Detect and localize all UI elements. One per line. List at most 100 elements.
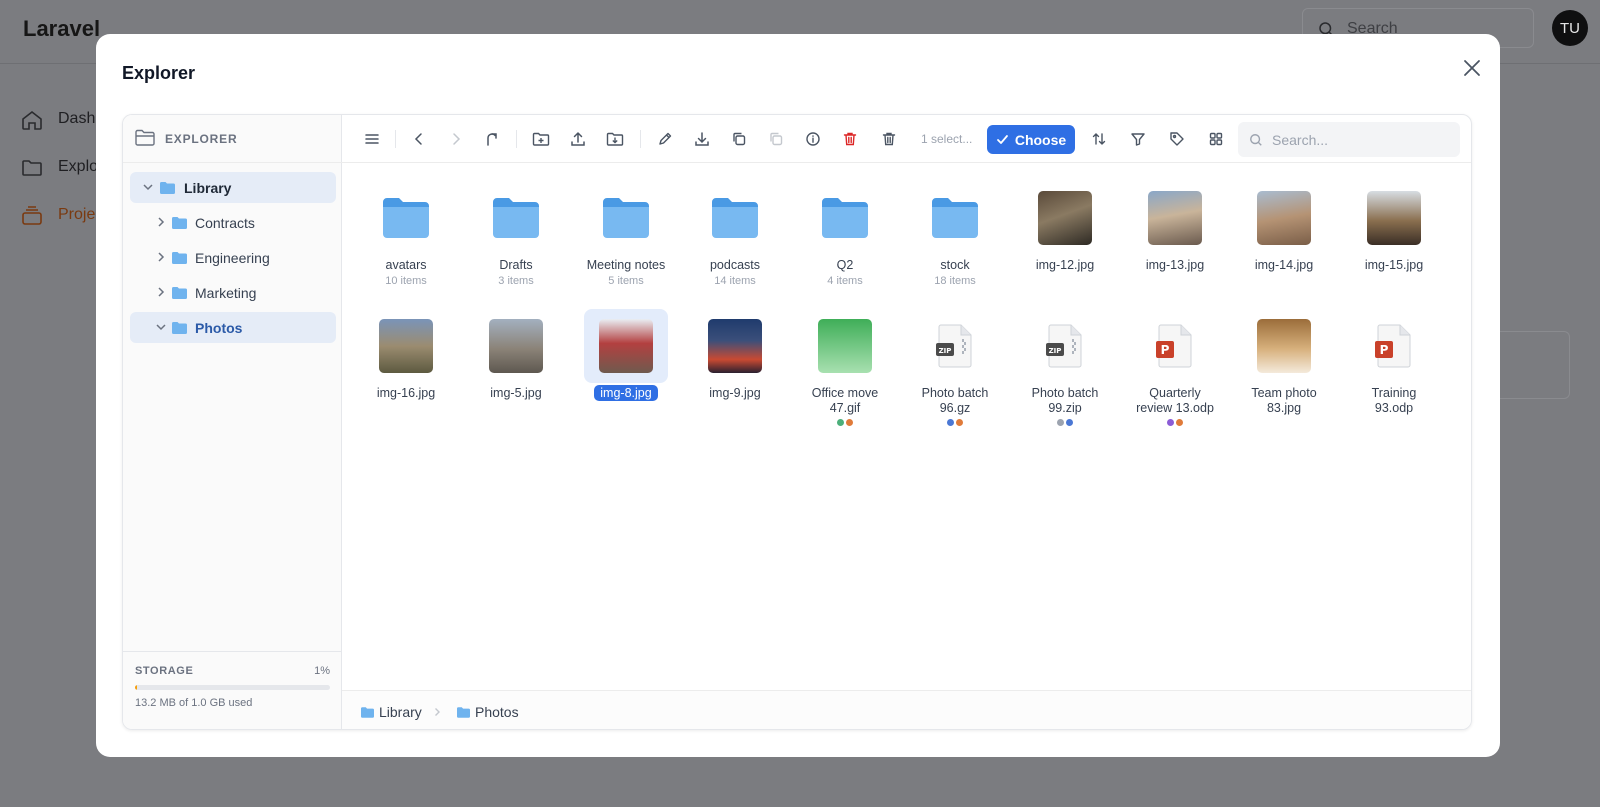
file-item[interactable]: img-13.jpg	[1133, 181, 1217, 273]
file-item[interactable]: Team photo 83.jpg	[1242, 309, 1326, 416]
close-button[interactable]	[1458, 54, 1486, 82]
tree-item-contracts[interactable]: Contracts	[130, 207, 336, 238]
item-count: 18 items	[934, 275, 976, 287]
presentation-file-icon: P	[1375, 324, 1411, 368]
item-count: 10 items	[385, 275, 427, 287]
home-icon	[22, 110, 42, 130]
item-name-line: review 13.odp	[1136, 401, 1214, 415]
tag-dots	[803, 419, 887, 426]
item-count: 14 items	[714, 275, 756, 287]
file-item[interactable]: Office move 47.gif	[803, 309, 887, 426]
info-button[interactable]	[801, 127, 825, 151]
tag-dots	[1023, 419, 1107, 426]
item-name-text: stock	[940, 258, 970, 272]
item-name: img-13.jpg	[1133, 258, 1217, 273]
back-button[interactable]	[407, 127, 431, 151]
zip-file-icon: ZIP	[1046, 324, 1082, 368]
thumbnail	[1257, 319, 1311, 373]
delete-button[interactable]	[838, 127, 862, 151]
file-item[interactable]: img-8.jpg	[584, 309, 668, 401]
folder-item[interactable]: avatars 10 items	[364, 181, 448, 287]
item-name-text: img-12.jpg	[1035, 258, 1095, 272]
empty-trash-button[interactable]	[877, 127, 901, 151]
sort-button[interactable]	[1087, 127, 1111, 151]
tree-item-label: Library	[184, 180, 232, 196]
copy-button[interactable]	[727, 127, 751, 151]
grid-view-button[interactable]	[1204, 127, 1228, 151]
folder-icon	[172, 252, 187, 264]
menu-button[interactable]	[360, 127, 384, 151]
tag-dot	[947, 419, 954, 426]
folder-item[interactable]: Meeting notes 5 items	[584, 181, 668, 287]
nav-label: Explo	[58, 158, 99, 175]
svg-text:P: P	[1380, 343, 1389, 357]
folder-icon	[493, 198, 539, 238]
folder-icon	[383, 198, 429, 238]
folder-item[interactable]: Q2 4 items	[803, 181, 887, 287]
tree-item-label: Marketing	[195, 285, 257, 301]
new-folder-button[interactable]	[529, 127, 553, 151]
search-icon	[1250, 134, 1262, 146]
file-item[interactable]: img-9.jpg	[693, 309, 777, 401]
tree-item-label: Contracts	[195, 215, 255, 231]
svg-text:P: P	[1161, 343, 1170, 357]
explorer-search[interactable]	[1238, 122, 1460, 157]
item-name: img-9.jpg	[693, 386, 777, 401]
import-button[interactable]	[603, 127, 627, 151]
tag-dot	[846, 419, 853, 426]
storage-used: 13.2 MB of 1.0 GB used	[135, 697, 253, 709]
item-thumbnail	[1242, 309, 1326, 383]
item-name: img-14.jpg	[1242, 258, 1326, 273]
file-item[interactable]: img-14.jpg	[1242, 181, 1326, 273]
file-item[interactable]: img-5.jpg	[474, 309, 558, 401]
up-button[interactable]	[480, 127, 504, 151]
upload-button[interactable]	[566, 127, 590, 151]
tag-button[interactable]	[1165, 127, 1189, 151]
copy-icon	[733, 132, 746, 146]
stack-icon	[22, 206, 42, 225]
search-input[interactable]	[1272, 130, 1452, 150]
tree-item-library[interactable]: Library	[130, 172, 336, 203]
tree-item-photos[interactable]: Photos	[130, 312, 336, 343]
selection-count: 1 select...	[921, 132, 973, 146]
choose-button[interactable]: Choose	[987, 125, 1075, 154]
download-button[interactable]	[690, 127, 714, 151]
user-avatar[interactable]: TU	[1552, 10, 1588, 46]
tag-dot	[1057, 419, 1064, 426]
file-item[interactable]: img-16.jpg	[364, 309, 448, 401]
file-item[interactable]: P Quarterly review 13.odp	[1133, 309, 1217, 426]
explorer-modal: Explorer EXPLORER Library Contracts Engi…	[96, 34, 1500, 757]
item-name: avatars	[364, 258, 448, 273]
item-name: Drafts	[474, 258, 558, 273]
breadcrumb: Library Photos	[342, 690, 1471, 729]
file-item[interactable]: P Training 93.odp	[1352, 309, 1436, 416]
forward-button[interactable]	[444, 127, 468, 151]
item-name-line: 96.gz	[939, 401, 971, 415]
presentation-file-icon: P	[1156, 324, 1192, 368]
modal-title: Explorer	[122, 63, 196, 83]
explorer-sidebar: EXPLORER Library Contracts Engineering M…	[123, 115, 342, 729]
folder-item[interactable]: podcasts 14 items	[693, 181, 777, 287]
item-thumbnail: ZIP	[1023, 309, 1107, 383]
paste-button[interactable]	[764, 127, 788, 151]
tree-item-marketing[interactable]: Marketing	[130, 277, 336, 308]
item-name: Training 93.odp	[1352, 386, 1436, 416]
arrow-up-icon	[487, 133, 497, 146]
file-item[interactable]: img-15.jpg	[1352, 181, 1436, 273]
folder-item[interactable]: stock 18 items	[913, 181, 997, 287]
tree-item-engineering[interactable]: Engineering	[130, 242, 336, 273]
file-item[interactable]: ZIP Photo batch 96.gz	[913, 309, 997, 426]
chevron-right-icon	[158, 252, 165, 262]
storage-bar-fill	[135, 685, 137, 690]
breadcrumb-item-photos[interactable]: Photos	[457, 704, 519, 720]
folder-item[interactable]: Drafts 3 items	[474, 181, 558, 287]
item-name: img-5.jpg	[474, 386, 558, 401]
item-name-text: img-5.jpg	[490, 386, 542, 400]
breadcrumb-item-library[interactable]: Library	[361, 704, 422, 720]
filter-button[interactable]	[1126, 127, 1150, 151]
rename-button[interactable]	[653, 127, 677, 151]
storage-label: STORAGE	[135, 665, 194, 677]
item-name: podcasts	[693, 258, 777, 273]
file-item[interactable]: ZIP Photo batch 99.zip	[1023, 309, 1107, 426]
file-item[interactable]: img-12.jpg	[1023, 181, 1107, 273]
